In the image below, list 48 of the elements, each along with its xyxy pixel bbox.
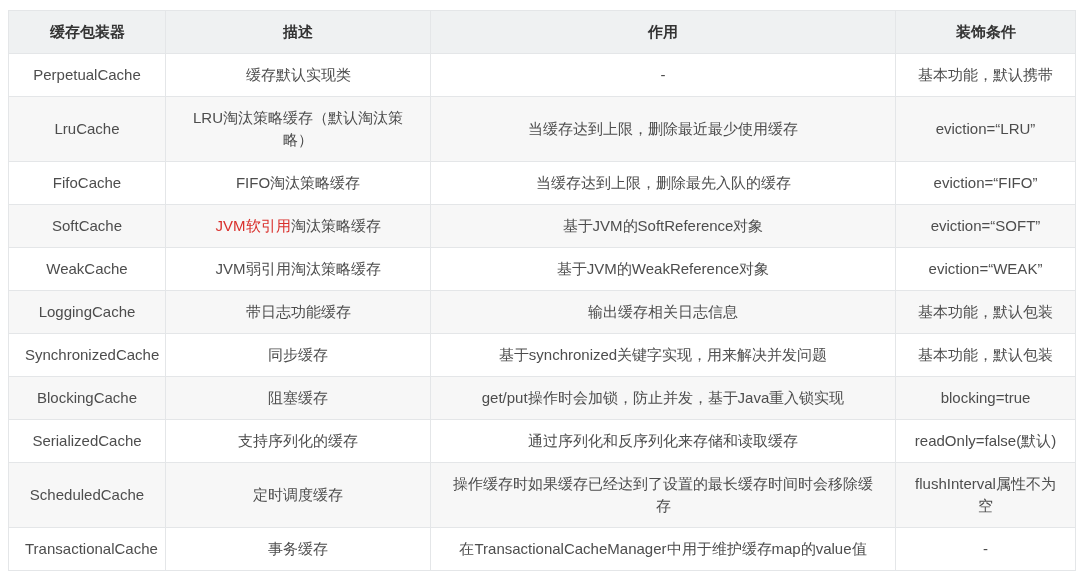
purpose-cell: 在TransactionalCacheManager中用于维护缓存map的value值 [430, 527, 896, 571]
wrapper-name-cell: TransactionalCache [8, 527, 166, 571]
wrapper-name-cell: SerializedCache [8, 419, 166, 463]
wrapper-name-cell: LruCache [8, 96, 166, 162]
condition-cell: 基本功能，默认包装 [895, 290, 1076, 334]
condition-cell: flushInterval属性不为空 [895, 462, 1076, 528]
purpose-cell: 当缓存达到上限，删除最近最少使用缓存 [430, 96, 896, 162]
description-cell: FIFO淘汰策略缓存 [165, 161, 431, 205]
condition-cell: eviction=“WEAK” [895, 247, 1076, 291]
condition-cell: - [895, 527, 1076, 571]
description-cell: LRU淘汰策略缓存（默认淘汰策略） [165, 96, 431, 162]
wrapper-name-cell: ScheduledCache [8, 462, 166, 528]
wrapper-name-cell: PerpetualCache [8, 53, 166, 97]
description-cell: 阻塞缓存 [165, 376, 431, 420]
condition-cell: 基本功能，默认包装 [895, 333, 1076, 377]
description-cell: 事务缓存 [165, 527, 431, 571]
column-header: 装饰条件 [895, 10, 1076, 54]
condition-cell: 基本功能，默认携带 [895, 53, 1076, 97]
purpose-cell: 操作缓存时如果缓存已经达到了设置的最长缓存时间时会移除缓存 [430, 462, 896, 528]
purpose-cell: - [430, 53, 896, 97]
wrapper-name-cell: FifoCache [8, 161, 166, 205]
description-cell: JVM软引用淘汰策略缓存 [165, 204, 431, 248]
description-cell: 同步缓存 [165, 333, 431, 377]
column-header: 缓存包装器 [8, 10, 166, 54]
condition-cell: eviction=“FIFO” [895, 161, 1076, 205]
wrapper-name-cell: BlockingCache [8, 376, 166, 420]
wrapper-name-cell: LoggingCache [8, 290, 166, 334]
condition-cell: eviction=“LRU” [895, 96, 1076, 162]
purpose-cell: 基于synchronized关键字实现，用来解决并发问题 [430, 333, 896, 377]
description-cell: 缓存默认实现类 [165, 53, 431, 97]
purpose-cell: 当缓存达到上限，删除最先入队的缓存 [430, 161, 896, 205]
description-cell: JVM弱引用淘汰策略缓存 [165, 247, 431, 291]
purpose-cell: 基于JVM的SoftReference对象 [430, 204, 896, 248]
condition-cell: blocking=true [895, 376, 1076, 420]
purpose-cell: 通过序列化和反序列化来存储和读取缓存 [430, 419, 896, 463]
description-cell: 支持序列化的缓存 [165, 419, 431, 463]
purpose-cell: get/put操作时会加锁，防止并发，基于Java重入锁实现 [430, 376, 896, 420]
condition-cell: readOnly=false(默认) [895, 419, 1076, 463]
condition-cell: eviction=“SOFT” [895, 204, 1076, 248]
description-cell: 定时调度缓存 [165, 462, 431, 528]
column-header: 作用 [430, 10, 896, 54]
description-cell: 带日志功能缓存 [165, 290, 431, 334]
wrapper-name-cell: WeakCache [8, 247, 166, 291]
wrapper-name-cell: SoftCache [8, 204, 166, 248]
purpose-cell: 基于JVM的WeakReference对象 [430, 247, 896, 291]
column-header: 描述 [165, 10, 431, 54]
purpose-cell: 输出缓存相关日志信息 [430, 290, 896, 334]
wrapper-name-cell: SynchronizedCache [8, 333, 166, 377]
